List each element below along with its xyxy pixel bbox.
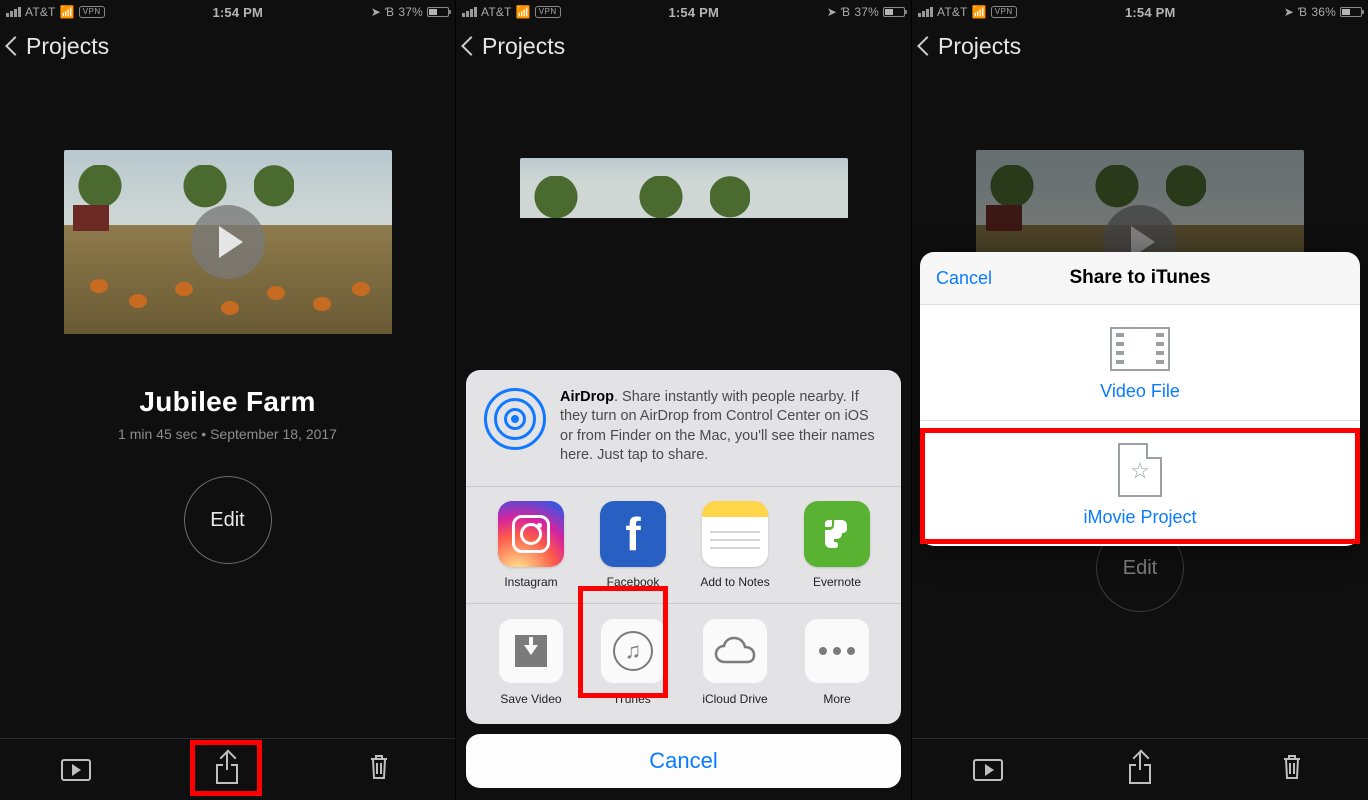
edit-button[interactable]: Edit [184,476,272,564]
share-cancel-button[interactable]: Cancel [466,734,901,788]
battery-percent: 37% [398,5,423,19]
option-imovie-project[interactable]: ☆ iMovie Project [920,420,1360,546]
play-button[interactable] [953,747,1023,793]
delete-button[interactable] [344,747,414,793]
airdrop-icon [484,388,546,450]
battery-icon [1340,7,1362,17]
video-thumbnail[interactable] [64,150,392,334]
bottom-toolbar [0,738,455,800]
share-icon [1129,756,1151,784]
itunes-sheet-header: Cancel Share to iTunes [920,252,1360,304]
project-meta: 1 min 45 sec • September 18, 2017 [0,426,455,442]
back-label[interactable]: Projects [26,33,109,60]
itunes-sheet-title: Share to iTunes [1069,267,1210,289]
carrier-label: AT&T [481,5,512,19]
share-button[interactable] [1105,747,1175,793]
action-save-video[interactable]: Save Video [480,618,582,706]
carrier-label: AT&T [937,5,968,19]
share-sheet: AirDrop. Share instantly with people nea… [466,370,901,724]
nav-bar: Projects [912,22,1368,70]
vpn-badge: VPN [79,6,105,18]
signal-icon [462,7,477,17]
play-button[interactable] [41,747,111,793]
action-itunes[interactable]: ♫ iTunes [582,618,684,706]
share-icon [216,756,238,784]
back-chevron-icon[interactable] [917,36,937,56]
share-app-overflow[interactable] [888,501,901,589]
back-label[interactable]: Projects [482,33,565,60]
video-thumbnail-peek [520,158,848,218]
airdrop-description: AirDrop. Share instantly with people nea… [560,388,883,466]
share-app-evernote[interactable]: Evernote [786,501,888,589]
action-more[interactable]: More [786,618,888,706]
wifi-icon: 📶 [972,5,987,19]
nav-bar: Projects [456,22,911,70]
back-label[interactable]: Projects [938,33,1021,60]
trash-icon [1280,753,1304,786]
facebook-icon: f [600,501,666,567]
option-video-file[interactable]: Video File [920,304,1360,420]
location-icon: ➤ [827,5,837,19]
status-bar: AT&T 📶 VPN 1:54 PM ➤ Ɓ 37% [456,0,911,22]
share-app-facebook[interactable]: f Facebook [582,501,684,589]
wifi-icon: 📶 [516,5,531,19]
save-video-icon [498,618,564,684]
battery-percent: 36% [1311,5,1336,19]
trash-icon [367,753,391,786]
bottom-toolbar [912,738,1368,800]
battery-icon [427,7,449,17]
clock: 1:54 PM [212,5,263,20]
share-app-instagram[interactable]: Instagram [480,501,582,589]
signal-icon [6,7,21,17]
itunes-action-sheet: Cancel Share to iTunes Video File ☆ iMov… [920,252,1360,546]
screen-project-detail: AT&T 📶 VPN 1:54 PM ➤ Ɓ 37% Projects [0,0,456,800]
screen-itunes-sheet: AT&T 📶 VPN 1:54 PM ➤ Ɓ 36% Projects [912,0,1368,800]
share-button[interactable] [192,747,262,793]
location-icon: ➤ [1284,5,1294,19]
share-app-notes[interactable]: Add to Notes [684,501,786,589]
location-icon: ➤ [371,5,381,19]
share-action-row: Save Video ♫ iTunes iCloud Drive More [466,604,901,724]
vpn-badge: VPN [991,6,1017,18]
wifi-icon: 📶 [60,5,75,19]
battery-percent: 37% [854,5,879,19]
video-file-icon [1110,327,1170,371]
imovie-project-icon: ☆ [1118,443,1162,497]
itunes-cancel-button[interactable]: Cancel [936,268,992,289]
back-chevron-icon[interactable] [5,36,25,56]
airdrop-section[interactable]: AirDrop. Share instantly with people nea… [466,370,901,486]
vpn-badge: VPN [535,6,561,18]
bluetooth-icon: Ɓ [1298,5,1307,19]
icloud-icon [702,618,768,684]
battery-icon [883,7,905,17]
clock: 1:54 PM [1125,5,1176,20]
bluetooth-icon: Ɓ [385,5,394,19]
evernote-icon [804,501,870,567]
itunes-icon: ♫ [600,618,666,684]
screen-share-sheet: AT&T 📶 VPN 1:54 PM ➤ Ɓ 37% Projects [456,0,912,800]
instagram-icon [498,501,564,567]
notes-icon [702,501,768,567]
clock: 1:54 PM [668,5,719,20]
action-icloud-drive[interactable]: iCloud Drive [684,618,786,706]
bluetooth-icon: Ɓ [841,5,850,19]
delete-button[interactable] [1257,747,1327,793]
carrier-label: AT&T [25,5,56,19]
status-bar: AT&T 📶 VPN 1:54 PM ➤ Ɓ 36% [912,0,1368,22]
signal-icon [918,7,933,17]
back-chevron-icon[interactable] [461,36,481,56]
status-bar: AT&T 📶 VPN 1:54 PM ➤ Ɓ 37% [0,0,455,22]
share-app-row: Instagram f Facebook Add to Notes Everno… [466,487,901,603]
play-overlay-icon[interactable] [191,205,265,279]
nav-bar: Projects [0,22,455,70]
more-icon [804,618,870,684]
project-title: Jubilee Farm [0,386,455,418]
